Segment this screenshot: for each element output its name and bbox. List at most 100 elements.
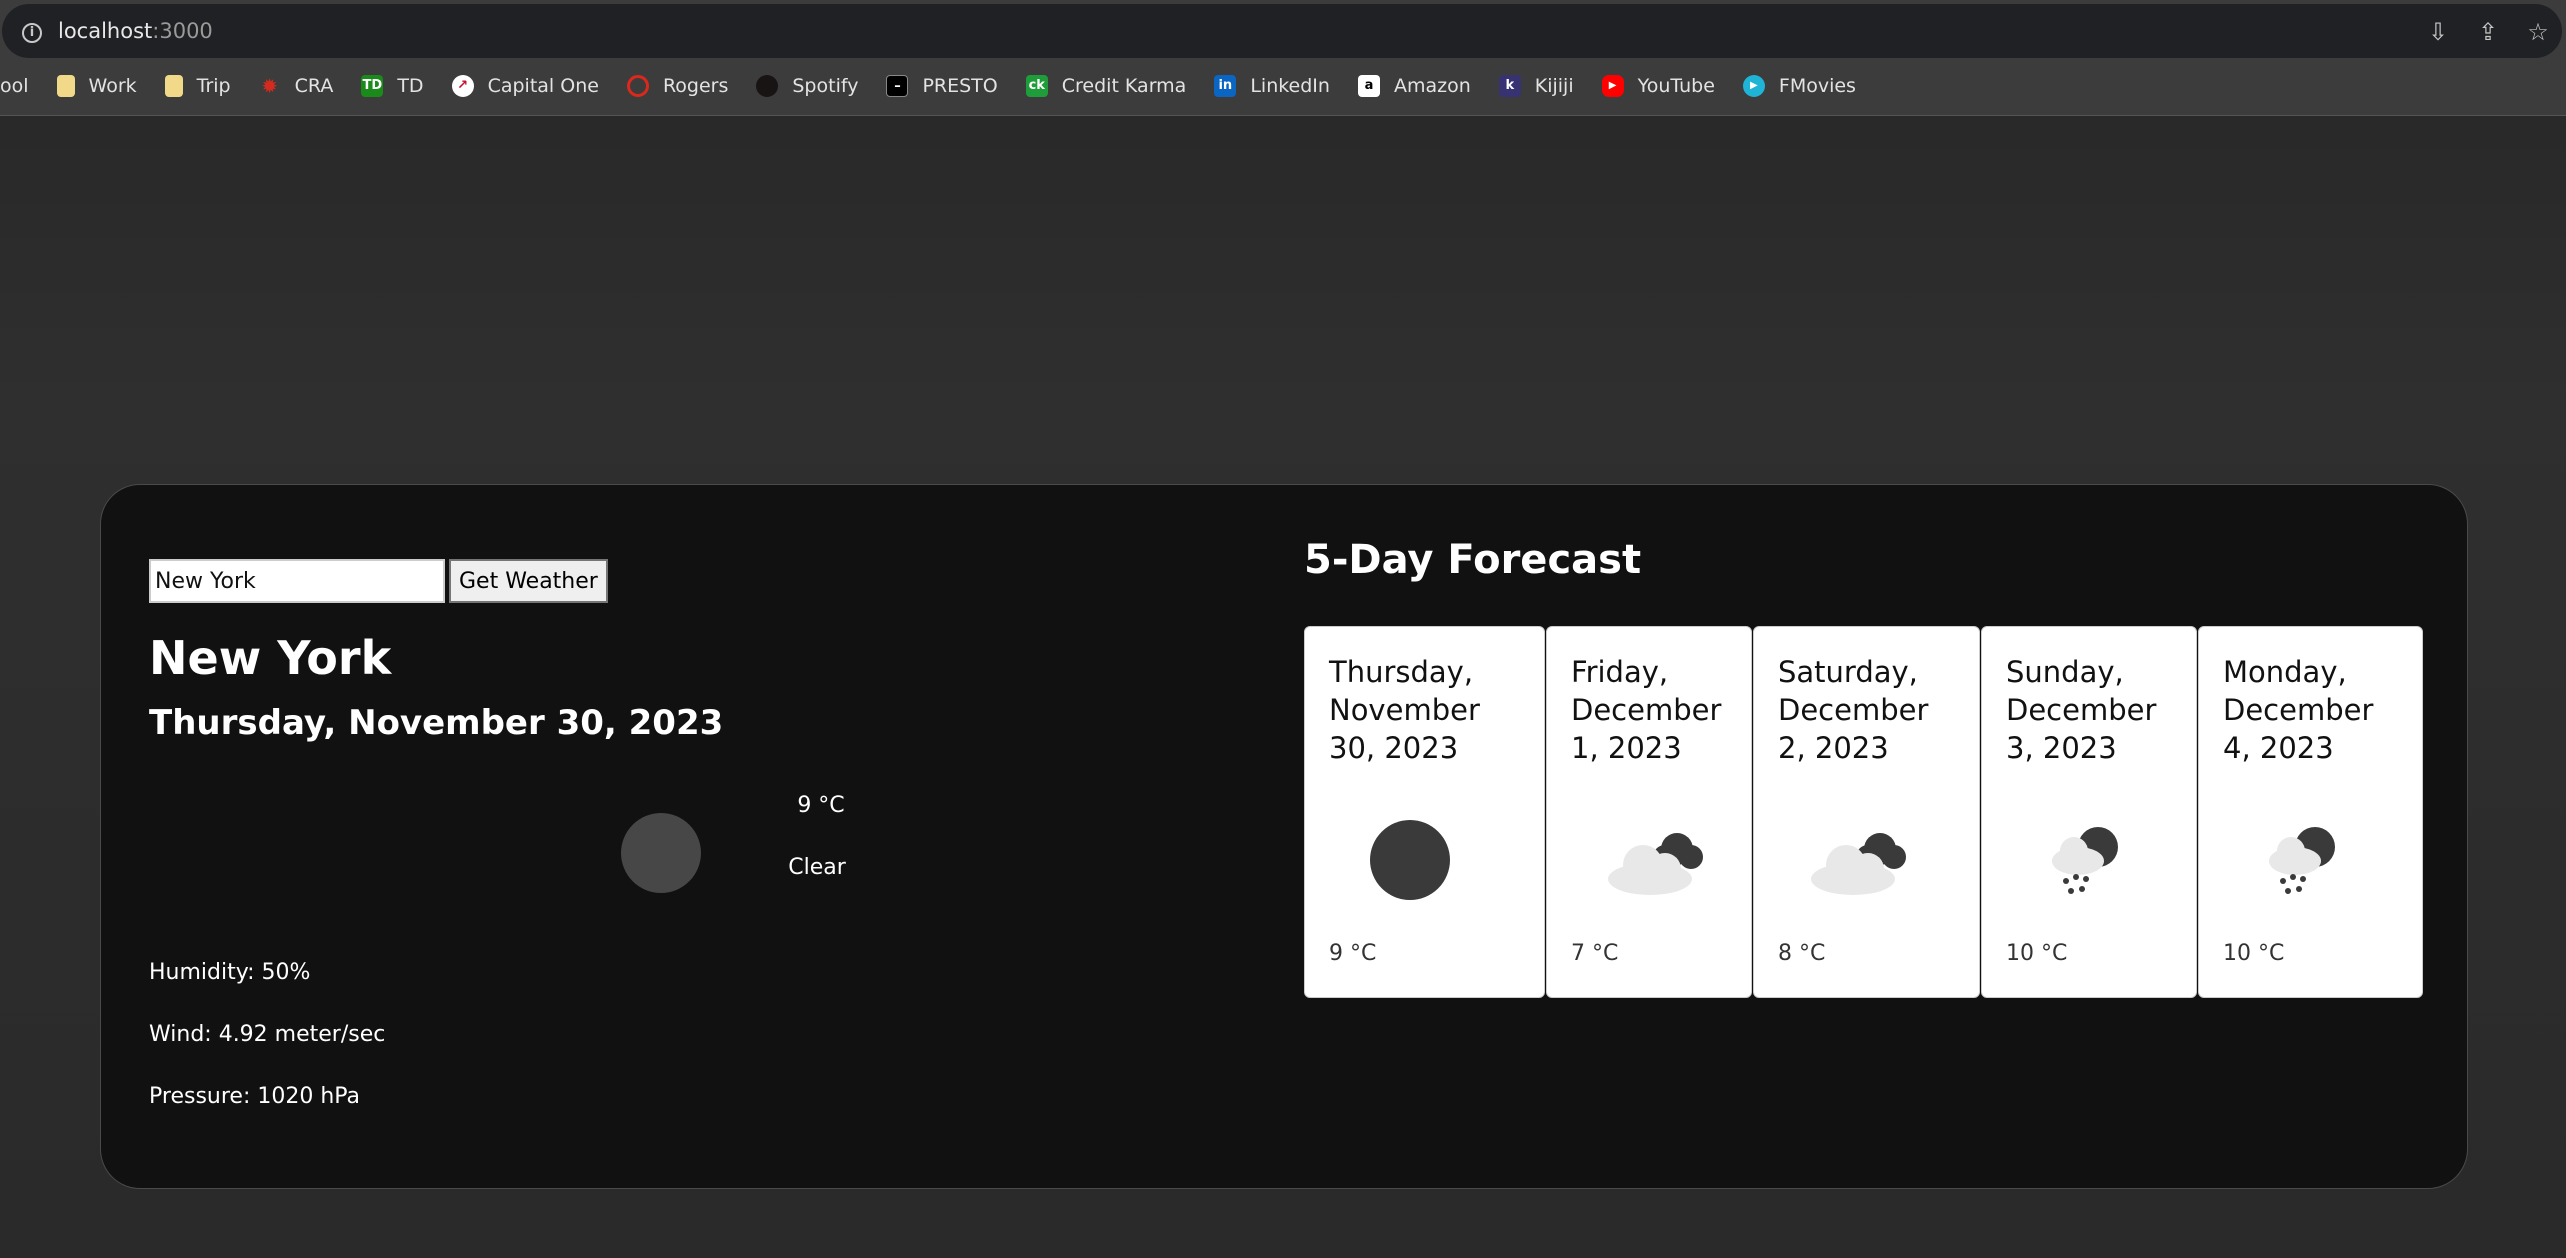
forecast-date-line: 4, 2023 <box>2223 731 2334 765</box>
linkedin-icon: in <box>1214 75 1237 97</box>
bookmark-label: Credit Karma <box>1061 75 1187 97</box>
bookmark-label: FMovies <box>1778 75 1856 97</box>
maple-leaf-icon: ✹ <box>261 74 278 98</box>
install-app-icon[interactable]: ⇩ <box>2424 18 2452 46</box>
bookmark-trip[interactable]: Trip <box>164 75 231 97</box>
bookmark-label: Kijiji <box>1534 75 1574 97</box>
cloudy-night-icon <box>1811 833 1906 895</box>
forecast-date-line: Sunday, <box>2006 655 2124 689</box>
forecast-date: Sunday, December 3, 2023 <box>2006 653 2156 767</box>
forecast-date-line: Friday, <box>1571 655 1669 689</box>
kijiji-icon: k <box>1498 75 1521 97</box>
url-host: localhost <box>58 19 153 43</box>
forecast-date-line: December <box>1778 693 1929 727</box>
forecast-temperature: 10 °C <box>2223 941 2285 966</box>
bookmark-spotify[interactable]: Spotify <box>756 75 858 97</box>
bookmark-credit-karma[interactable]: ck Credit Karma <box>1025 75 1187 97</box>
forecast-date: Saturday, December 2, 2023 <box>1778 653 1928 767</box>
bookmark-label: YouTube <box>1637 75 1715 97</box>
bookmarks-bar: ool Work Trip ✹ CRA TD TD ↗ Capital One Rog… <box>0 64 2566 108</box>
bookmark-cra[interactable]: ✹ CRA <box>259 74 334 98</box>
bookmark-youtube[interactable]: ▶ YouTube <box>1601 75 1715 97</box>
bookmark-fmovies[interactable]: ▶ FMovies <box>1742 75 1856 97</box>
bookmark-label: Rogers <box>662 75 729 97</box>
td-logo-icon: TD <box>361 75 384 97</box>
forecast-date-line: November <box>1329 693 1480 727</box>
forecast-date-line: December <box>2223 693 2374 727</box>
city-search-input[interactable] <box>149 559 445 603</box>
bookmark-label: Capital One <box>487 75 599 97</box>
current-temperature: 9 °C <box>797 793 845 818</box>
search-row: Get Weather <box>149 559 608 603</box>
bookmark-label: Spotify <box>792 75 859 97</box>
cloudy-night-icon <box>1608 833 1703 895</box>
address-bar[interactable]: i localhost:3000 ⇩ ⇪ ☆ <box>2 4 2562 58</box>
bookmark-work[interactable]: Work <box>56 75 137 97</box>
forecast-date: Friday, December 1, 2023 <box>1571 653 1721 767</box>
bookmark-capital-one[interactable]: ↗ Capital One <box>451 75 599 97</box>
chrome-divider <box>0 115 2566 116</box>
forecast-card: Monday, December 4, 2023 10 °C <box>2198 626 2423 998</box>
forecast-date: Thursday, November 30, 2023 <box>1329 653 1480 767</box>
browser-chrome: i localhost:3000 ⇩ ⇪ ☆ ool Work Trip ✹ CR… <box>0 0 2566 116</box>
forecast-date-line: 1, 2023 <box>1571 731 1682 765</box>
forecast-card: Sunday, December 3, 2023 10 °C <box>1981 626 2197 998</box>
forecast-card: Friday, December 1, 2023 7 °C <box>1546 626 1752 998</box>
folder-icon <box>164 75 183 97</box>
youtube-icon: ▶ <box>1601 75 1624 97</box>
forecast-date-line: December <box>2006 693 2157 727</box>
bookmark-label: ool <box>0 75 29 97</box>
bookmark-presto[interactable]: – PRESTO <box>886 75 998 97</box>
folder-icon <box>56 75 75 97</box>
forecast-temperature: 7 °C <box>1571 941 1619 966</box>
clear-sky-icon <box>1370 820 1450 900</box>
city-name: New York <box>149 631 392 685</box>
forecast-date: Monday, December 4, 2023 <box>2223 653 2373 767</box>
bookmark-label: Amazon <box>1393 75 1471 97</box>
bookmark-label: LinkedIn <box>1250 75 1330 97</box>
forecast-date-line: 3, 2023 <box>2006 731 2117 765</box>
forecast-card: Saturday, December 2, 2023 8 °C <box>1753 626 1980 998</box>
info-icon[interactable]: i <box>22 23 42 43</box>
pressure-text: Pressure: 1020 hPa <box>149 1084 361 1109</box>
wind-text: Wind: 4.92 meter/sec <box>149 1022 386 1047</box>
forecast-date-line: Monday, <box>2223 655 2347 689</box>
humidity-text: Humidity: 50% <box>149 960 311 985</box>
rain-night-icon <box>2052 827 2118 894</box>
bookmark-td[interactable]: TD TD <box>361 75 424 97</box>
forecast-date-line: Saturday, <box>1778 655 1918 689</box>
bookmark-label: TD <box>397 75 424 97</box>
bookmark-linkedin[interactable]: in LinkedIn <box>1214 75 1330 97</box>
bookmark-kijiji[interactable]: k Kijiji <box>1498 75 1574 97</box>
fmovies-icon: ▶ <box>1742 75 1765 97</box>
rain-night-icon <box>2269 827 2335 894</box>
presto-icon: – <box>886 75 909 97</box>
clear-sky-icon <box>621 813 701 893</box>
bookmark-label: Trip <box>196 75 231 97</box>
bookmark-ool[interactable]: ool <box>0 75 29 97</box>
bookmark-label: CRA <box>294 75 334 97</box>
bookmark-amazon[interactable]: a Amazon <box>1357 75 1471 97</box>
url-text[interactable]: localhost:3000 <box>58 19 213 43</box>
url-port: :3000 <box>152 19 213 43</box>
share-icon[interactable]: ⇪ <box>2474 18 2502 46</box>
bookmark-star-icon[interactable]: ☆ <box>2524 18 2552 46</box>
forecast-temperature: 10 °C <box>2006 941 2068 966</box>
forecast-date-line: 2, 2023 <box>1778 731 1889 765</box>
forecast-date-line: Thursday, <box>1329 655 1474 689</box>
forecast-temperature: 9 °C <box>1329 941 1377 966</box>
capital-one-icon: ↗ <box>451 75 474 97</box>
bookmark-rogers[interactable]: Rogers <box>626 75 729 97</box>
rogers-icon <box>626 75 649 97</box>
weather-app-card: Get Weather New York Thursday, November … <box>100 484 2468 1189</box>
current-date: Thursday, November 30, 2023 <box>149 703 724 743</box>
get-weather-button[interactable]: Get Weather <box>449 559 608 603</box>
forecast-card: Thursday, November 30, 2023 9 °C <box>1304 626 1545 998</box>
forecast-date-line: December <box>1571 693 1722 727</box>
spotify-icon <box>756 75 779 97</box>
forecast-title: 5-Day Forecast <box>1304 537 1642 583</box>
bookmark-label: Work <box>88 75 137 97</box>
forecast-temperature: 8 °C <box>1778 941 1826 966</box>
forecast-date-line: 30, 2023 <box>1329 731 1459 765</box>
current-description: Clear <box>788 855 846 880</box>
